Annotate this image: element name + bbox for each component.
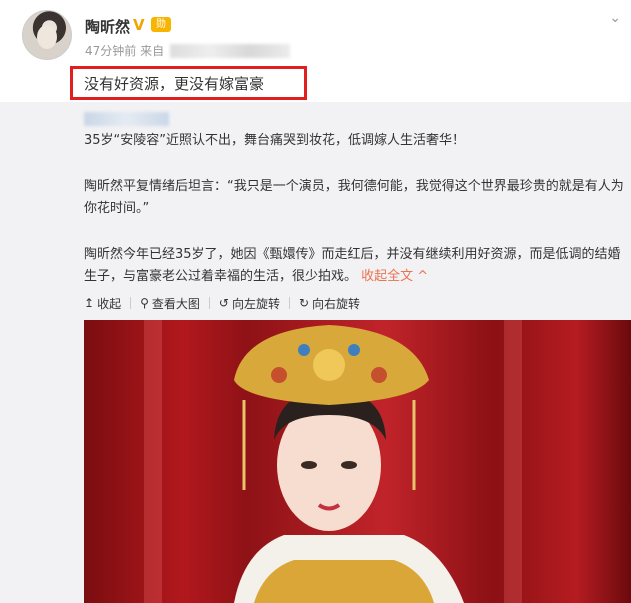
toolbar-divider: [130, 297, 132, 309]
username[interactable]: 陶昕然: [85, 16, 130, 37]
post-text: 没有好资源，更没有嫁富豪: [84, 75, 265, 93]
repost-paragraph-3-text: 陶昕然今年已经35岁了，她因《甄嬛传》而走红后，并没有继续利用好资源，而是低调的…: [84, 247, 621, 284]
rotate-left-icon: ↺: [218, 296, 229, 310]
rotate-right-button[interactable]: ↻ 向右旋转: [299, 295, 360, 312]
post-photo[interactable]: [84, 320, 631, 603]
chevron-down-icon[interactable]: ⌄: [609, 10, 621, 26]
blurred-original-author: [84, 112, 169, 126]
collapse-full-text-link[interactable]: 收起全文 ^: [361, 269, 428, 284]
blurred-source: [170, 44, 290, 58]
source-prefix: 来自: [140, 44, 165, 58]
curtain-stripe: [504, 320, 522, 603]
repost-paragraph-1: 35岁“安陵容”近照认不出，舞台痛哭到妆花，低调嫁人生活奢华！: [84, 133, 466, 148]
repost-paragraph-3: 陶昕然今年已经35岁了，她因《甄嬛传》而走红后，并没有继续利用好资源，而是低调的…: [84, 244, 626, 288]
view-large-label: 查看大图: [151, 296, 200, 311]
collapse-label: 收起: [97, 296, 122, 311]
collapse-button[interactable]: ↥ 收起: [84, 295, 121, 312]
repost-paragraph-2: 陶昕然平复情绪后坦言：“我只是一个演员，我何德何能，我觉得这个世界最珍贵的就是有…: [84, 179, 624, 216]
toolbar-divider: [208, 297, 210, 309]
post-meta: 47分钟前 来自: [85, 42, 164, 59]
avatar[interactable]: [22, 10, 72, 60]
image-toolbar: ↥ 收起 ⚲ 查看大图 ↺ 向左旋转 ↻ 向右旋转: [84, 294, 360, 312]
post-time[interactable]: 47分钟前: [85, 44, 136, 58]
magnifier-icon: ⚲: [140, 296, 149, 310]
toolbar-divider: [288, 297, 290, 309]
rotate-left-button[interactable]: ↺ 向左旋转: [219, 295, 280, 312]
medal-icon[interactable]: 勋: [151, 17, 171, 32]
rotate-left-label: 向左旋转: [231, 296, 280, 311]
rotate-right-icon: ↻: [298, 296, 310, 310]
rotate-right-label: 向右旋转: [312, 296, 361, 311]
verified-v-icon: V: [133, 16, 145, 34]
collapse-arrow-icon: ↥: [84, 296, 95, 310]
view-large-button[interactable]: ⚲ 查看大图: [140, 295, 200, 312]
curtain-stripe: [144, 320, 162, 603]
actress-illustration: [234, 325, 464, 603]
